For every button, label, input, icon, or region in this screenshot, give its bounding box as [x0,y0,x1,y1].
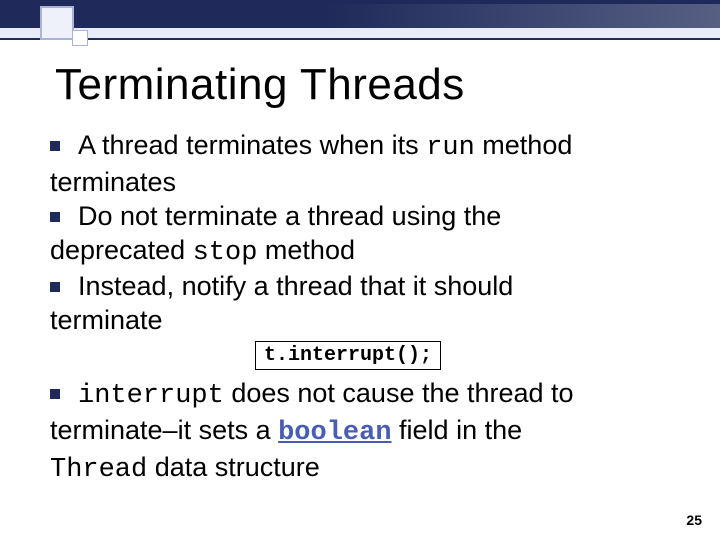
bullet-icon [50,212,60,222]
code-boolean-link[interactable]: boolean [278,418,391,448]
code-box-wrap: t.interrupt(); [50,339,680,380]
code-stop: stop [193,238,258,268]
bullet-item-2: Do not terminate a thread using the [50,201,680,233]
bullet-item-1: A thread terminates when its run method [50,130,680,165]
corner-square-small [72,30,88,46]
text: data structure [147,452,320,482]
bullet-1-continuation: terminates [50,167,680,199]
text: field in the [392,415,523,445]
lower-content: interrupt does not cause the thread to t… [50,378,680,489]
slide-title: Terminating Threads [55,60,465,110]
bullet-2-continuation: deprecated stop method [50,235,680,270]
bullet-icon [50,389,60,399]
content-area: A thread terminates when its run method … [50,130,680,380]
page-number: 25 [686,512,702,528]
slide: Terminating Threads A thread terminates … [0,0,720,540]
top-border-decoration [0,0,720,48]
bullet-text: A thread terminates when its run method [78,130,680,165]
band-gradient [0,4,720,28]
bullet-3-continuation: terminate [50,305,680,337]
corner-square-big [40,6,74,40]
bullet-text: interrupt does not cause the thread to [78,378,680,413]
bullet-item-4: interrupt does not cause the thread to [50,378,680,413]
code-run: run [426,133,475,163]
lower-line-2: terminate–it sets a boolean field in the [50,415,680,450]
code-box: t.interrupt(); [255,341,441,370]
text: method [257,235,355,265]
text: method [475,130,573,160]
bullet-icon [50,141,60,151]
bullet-text: Do not terminate a thread using the [78,201,680,233]
bullet-item-3: Instead, notify a thread that it should [50,271,680,303]
text: A thread terminates when its [78,130,426,160]
bullet-text: Instead, notify a thread that it should [78,271,680,303]
band-bottom [0,28,720,40]
lower-line-3: Thread data structure [50,452,680,487]
text: terminate–it sets a [50,415,278,445]
text: does not cause the thread to [224,378,574,408]
code-interrupt: interrupt [78,381,224,411]
code-thread: Thread [50,455,147,485]
text: deprecated [50,235,193,265]
bullet-icon [50,282,60,292]
